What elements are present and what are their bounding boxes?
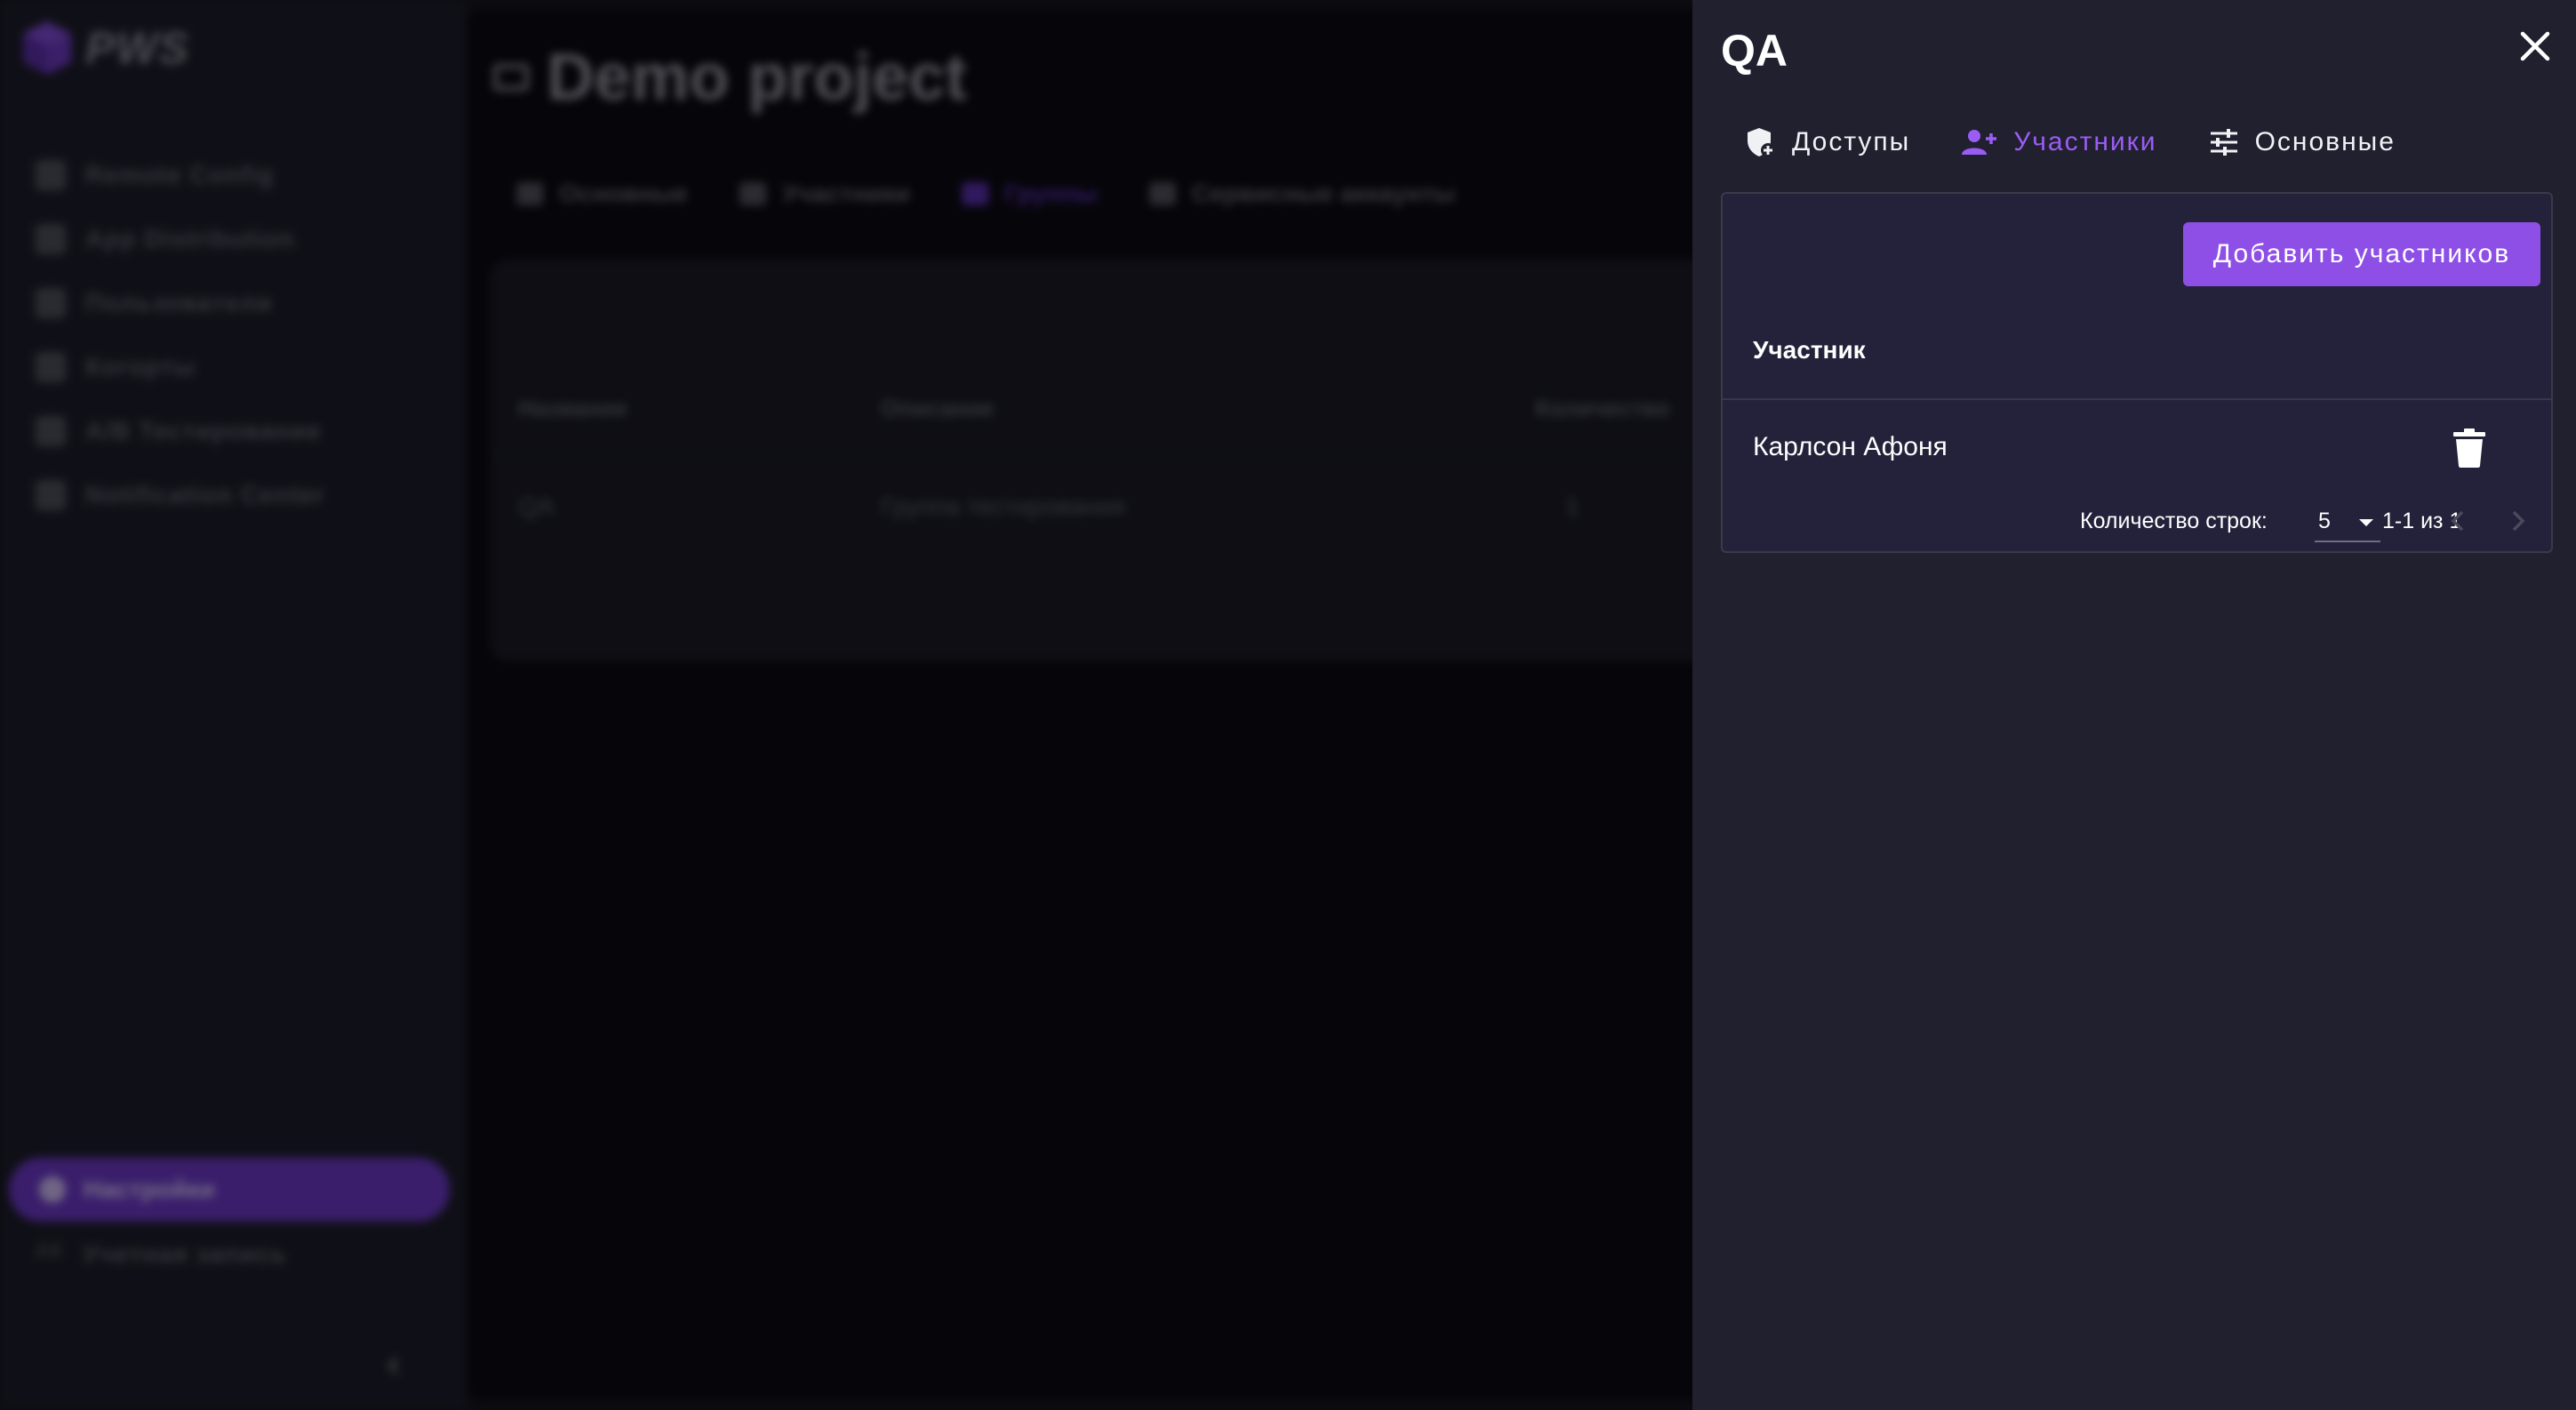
caret-down-icon (2359, 519, 2373, 526)
tab-access[interactable]: Доступы (1746, 126, 1910, 158)
group-drawer: QA Доступы Участники Основные Добавить у… (1692, 0, 2576, 1410)
member-name: Карлсон Афоня (1753, 432, 1948, 461)
members-panel: Добавить участников Участник Карлсон Афо… (1721, 192, 2553, 553)
drawer-tabs: Доступы Участники Основные (1746, 126, 2447, 158)
close-icon[interactable] (2514, 25, 2556, 68)
add-members-button[interactable]: Добавить участников (2183, 222, 2540, 286)
tab-label: Основные (2254, 127, 2396, 156)
tab-participants[interactable]: Участники (1962, 127, 2156, 157)
drawer-title: QA (1721, 26, 1788, 76)
tab-general[interactable]: Основные (2209, 127, 2396, 157)
tab-label: Участники (2013, 127, 2157, 156)
modal-backdrop[interactable] (0, 0, 1692, 1410)
chevron-left-icon[interactable] (2443, 503, 2475, 539)
column-header-member: Участник (1753, 336, 1866, 364)
rows-per-page-label: Количество строк: (2080, 509, 2268, 533)
chevron-right-icon[interactable] (2501, 503, 2533, 539)
delete-member-trash-icon[interactable] (2453, 429, 2485, 468)
person-add-icon (1962, 130, 1997, 155)
tab-label: Доступы (1792, 127, 1911, 156)
rows-per-page-select[interactable]: 5 (2315, 505, 2380, 542)
table-divider (1723, 398, 2551, 400)
rows-per-page-value: 5 (2318, 509, 2331, 533)
sliders-icon (2210, 129, 2237, 156)
pagination: Количество строк: 5 1-1 из 1 (1723, 509, 2551, 553)
shield-plus-icon (1748, 128, 1775, 157)
